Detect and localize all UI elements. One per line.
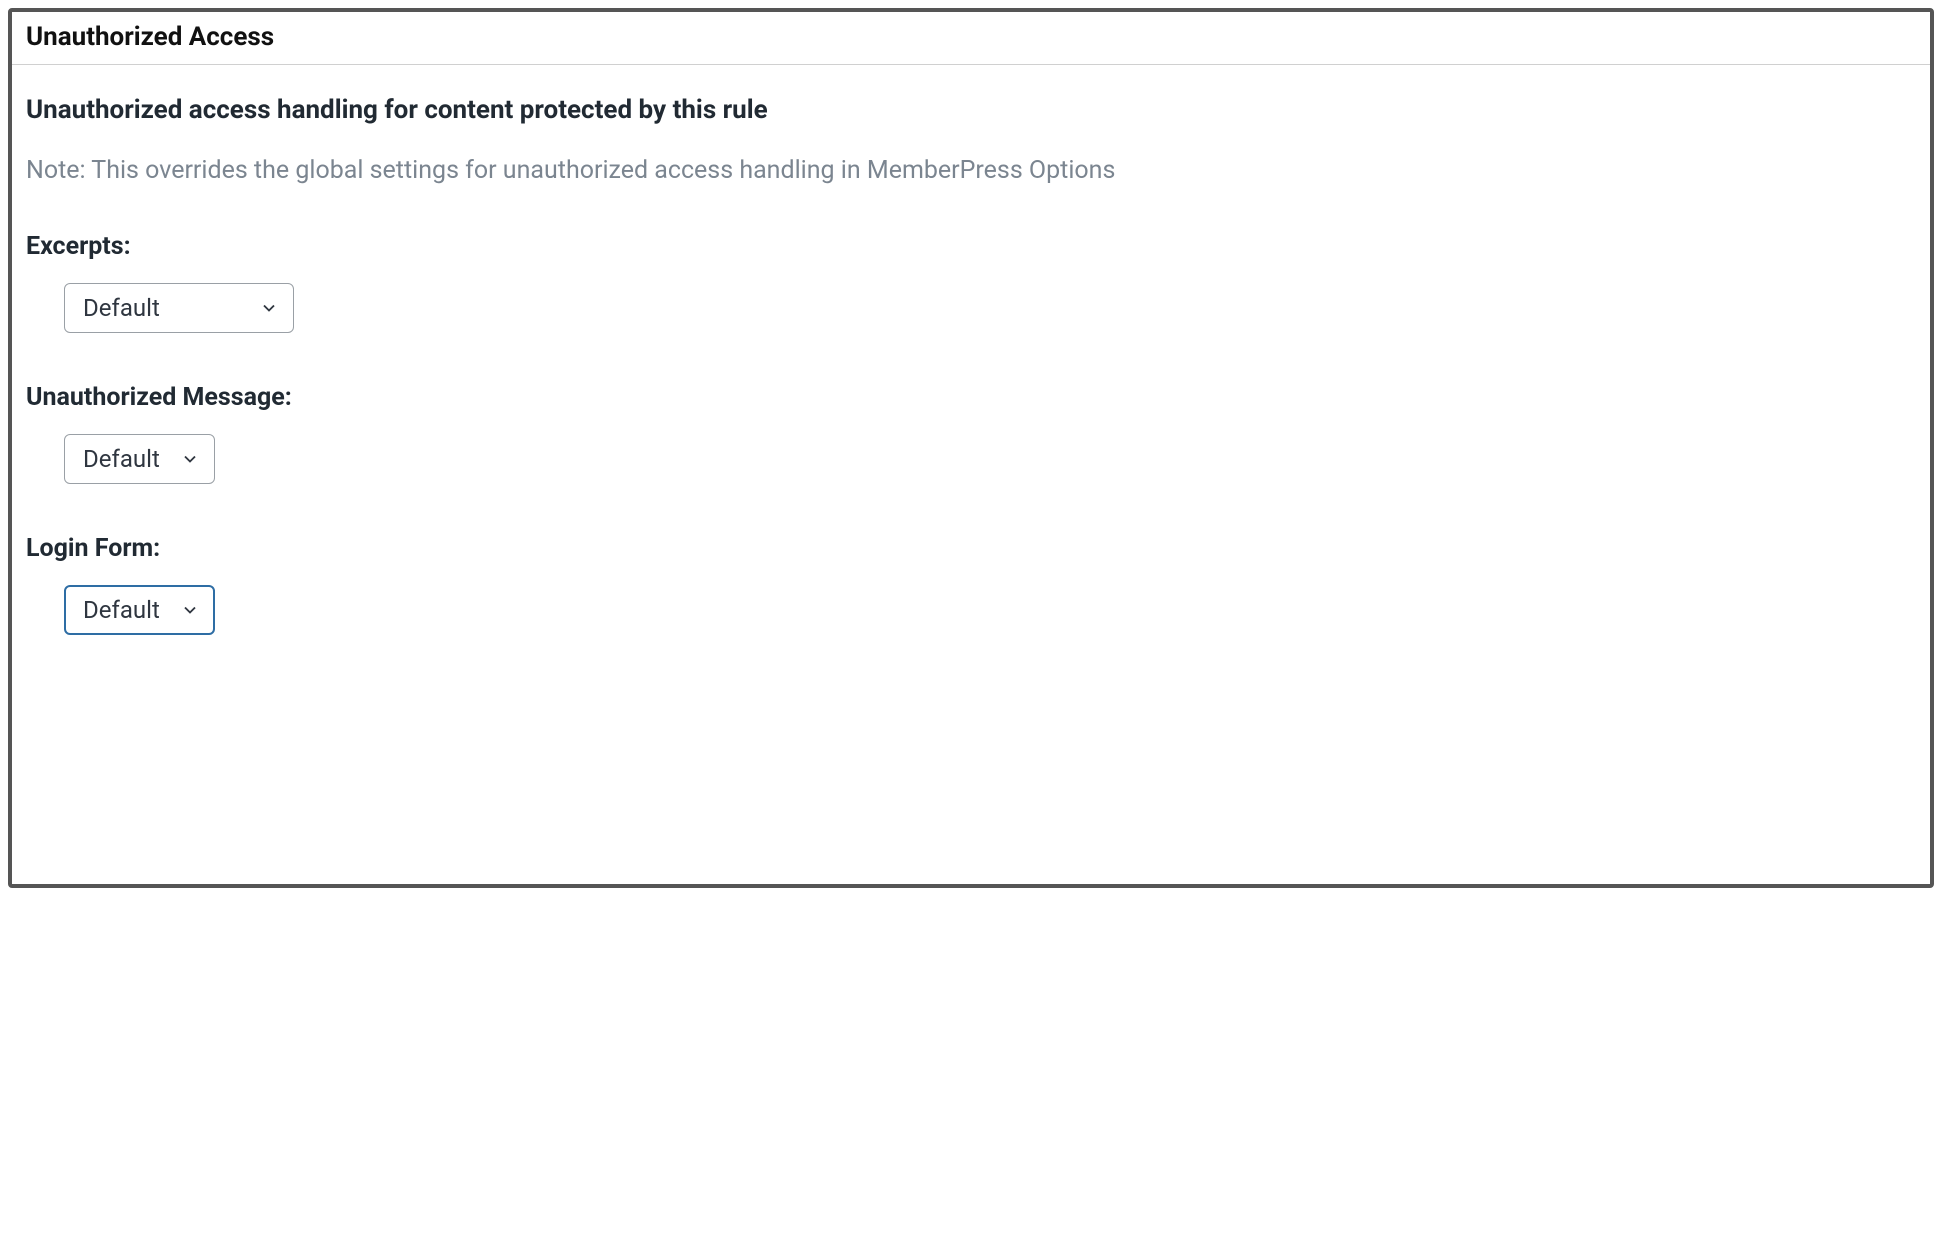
panel-title: Unauthorized Access <box>26 22 1916 52</box>
unauthorized-access-panel: Unauthorized Access Unauthorized access … <box>8 8 1934 888</box>
chevron-down-icon <box>259 298 279 318</box>
login-form-label: Login Form: <box>26 534 1916 563</box>
excerpts-label: Excerpts: <box>26 232 1916 261</box>
login-form-select[interactable]: Default <box>64 585 215 635</box>
excerpts-select[interactable]: Default <box>64 283 294 333</box>
note-text: Note: This overrides the global settings… <box>26 155 1916 188</box>
panel-header: Unauthorized Access <box>12 12 1930 65</box>
login-form-field-group: Login Form: Default <box>26 534 1916 635</box>
unauthorized-message-label: Unauthorized Message: <box>26 383 1916 412</box>
excerpts-select-value: Default <box>83 294 160 322</box>
section-heading: Unauthorized access handling for content… <box>26 95 1916 125</box>
login-form-select-value: Default <box>83 596 160 624</box>
chevron-down-icon <box>180 449 200 469</box>
unauthorized-message-select[interactable]: Default <box>64 434 215 484</box>
unauthorized-message-select-value: Default <box>83 445 160 473</box>
chevron-down-icon <box>180 600 200 620</box>
panel-body: Unauthorized access handling for content… <box>12 65 1930 725</box>
unauthorized-message-field-group: Unauthorized Message: Default <box>26 383 1916 484</box>
excerpts-field-group: Excerpts: Default <box>26 232 1916 333</box>
